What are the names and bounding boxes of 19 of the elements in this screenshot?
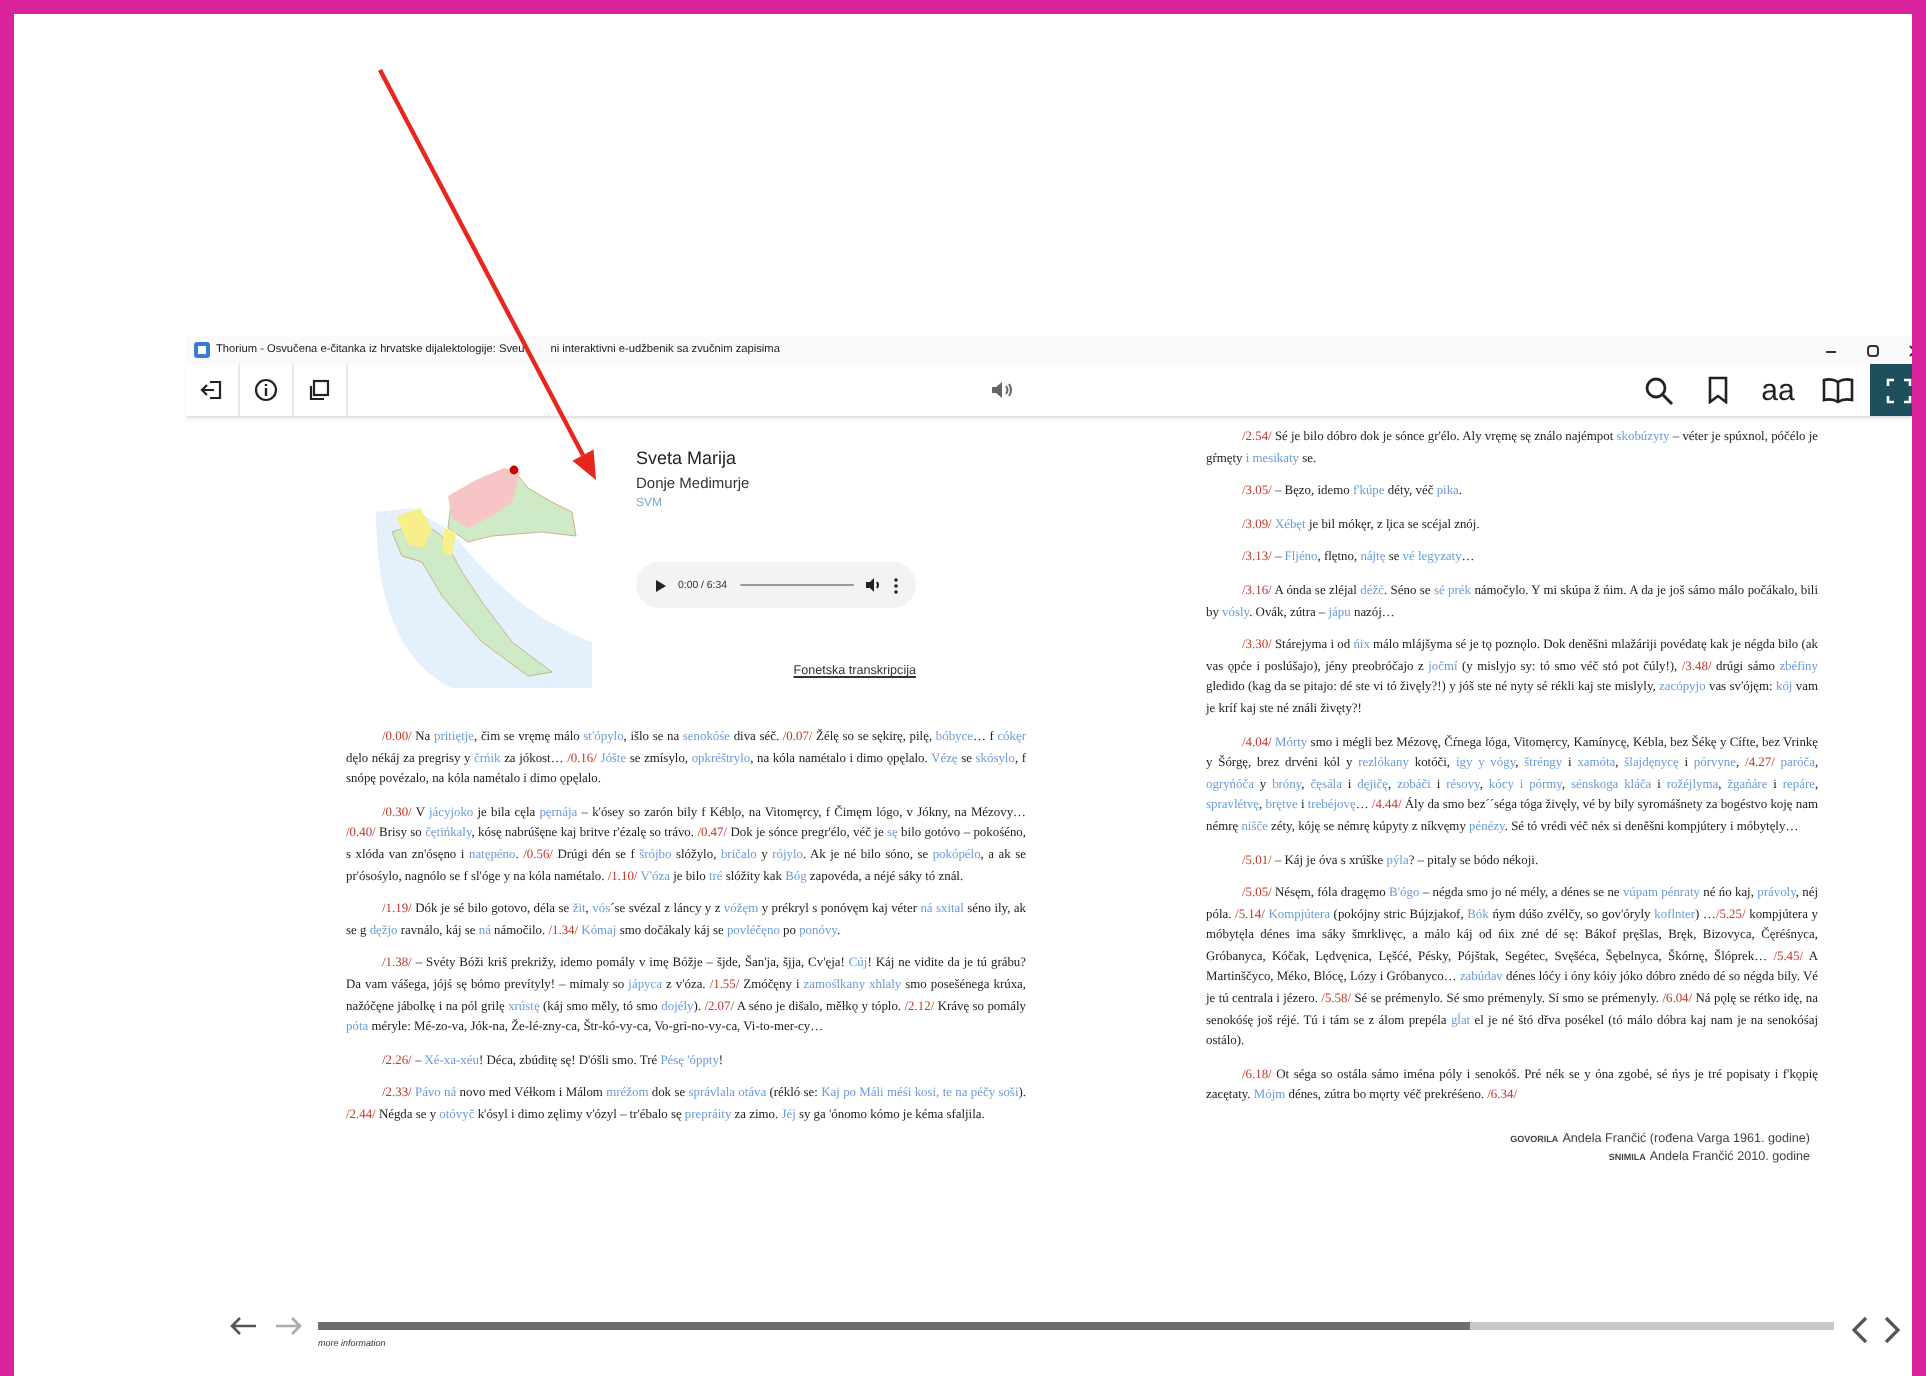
open-book-icon[interactable] [1822,376,1854,404]
place-name: Sveta Marija [636,448,739,468]
search-icon[interactable] [1643,375,1673,405]
stacked-pages-icon[interactable] [308,378,332,402]
app-icon [194,342,210,358]
text-size-button[interactable]: aa [1750,364,1806,416]
info-icon[interactable] [254,378,278,402]
previous-page-icon[interactable] [1850,1316,1868,1344]
maximize-icon[interactable] [1866,343,1880,357]
speaker-icon[interactable] [990,378,1014,402]
next-page-icon[interactable] [1884,1316,1902,1344]
exit-icon[interactable] [200,378,224,402]
back-arrow-icon[interactable] [230,1316,258,1336]
volume-icon[interactable] [866,578,882,592]
reading-progress-track[interactable] [318,1322,1834,1330]
fullscreen-icon[interactable] [1885,377,1911,403]
play-icon[interactable] [654,579,666,591]
fullscreen-button[interactable] [1870,364,1912,416]
bookmark-icon[interactable] [1706,376,1730,404]
